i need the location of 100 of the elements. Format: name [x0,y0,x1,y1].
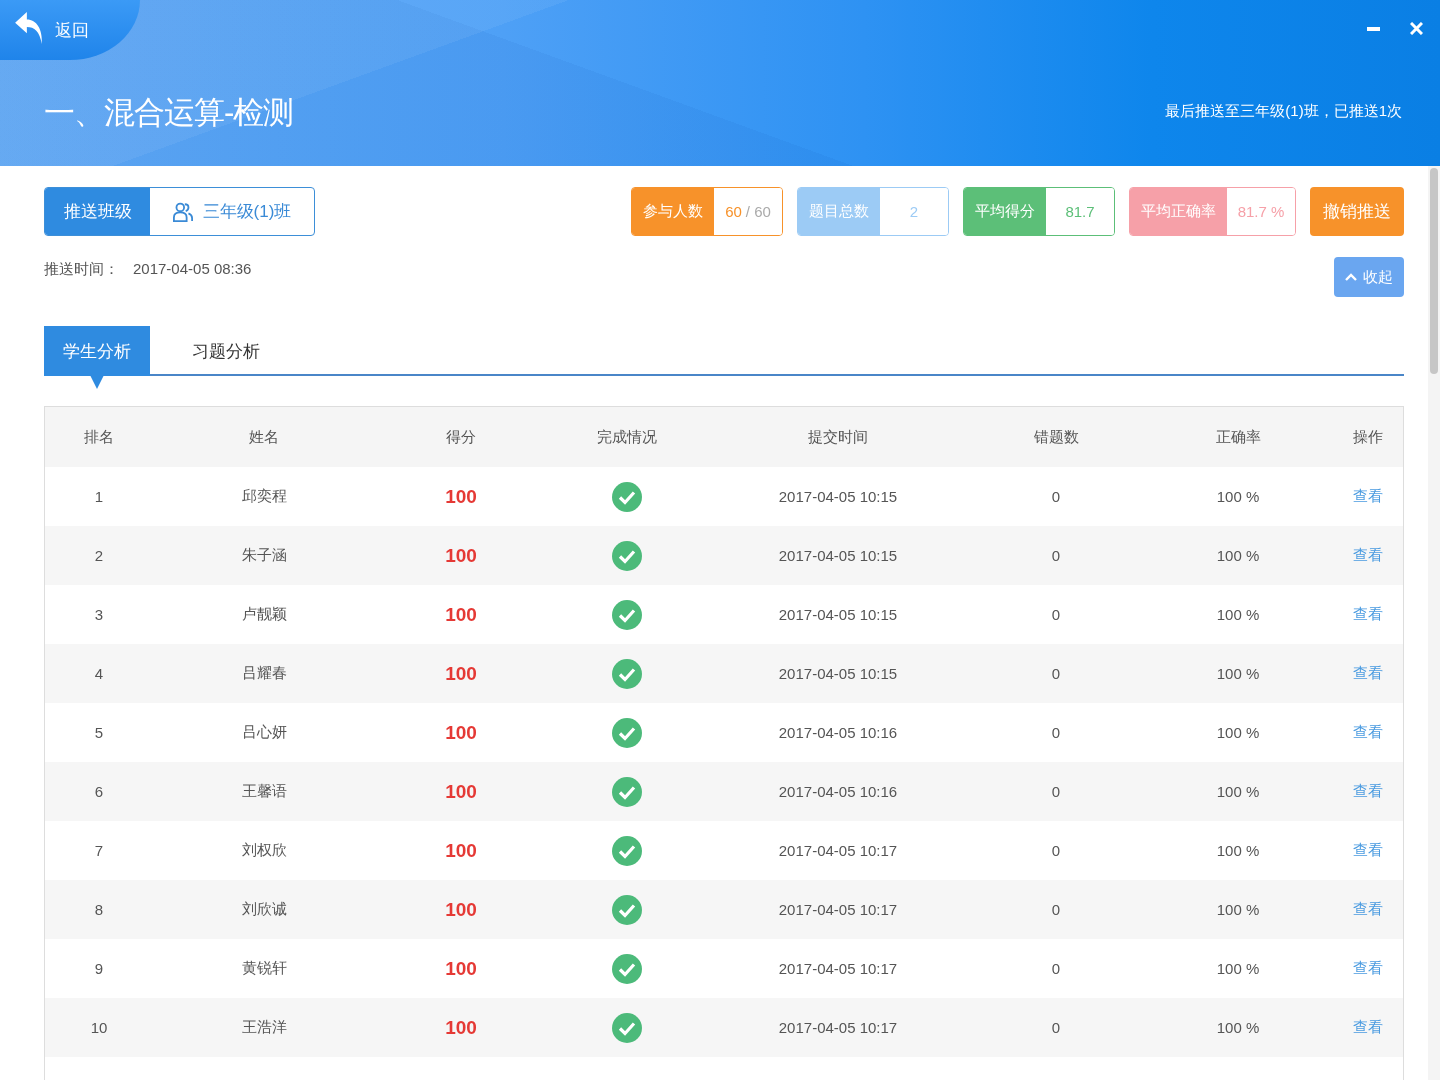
push-class-label: 推送班级 [45,188,150,235]
column-header: 姓名 [248,427,280,447]
push-class-field[interactable]: 推送班级 三年级(1)班 [44,187,315,236]
revoke-push-button[interactable]: 撤销推送 [1310,187,1404,236]
rank-cell-text: 2 [93,547,105,564]
column-header: 得分 [445,427,477,447]
score-cell-text: 100 [444,898,478,921]
accuracy-cell-text: 100 % [1215,665,1261,682]
score-cell-text: 100 [444,780,478,803]
submit-time-cell-text: 2017-04-05 10:16 [777,783,899,800]
score-cell-text: 100 [444,544,478,567]
rank-cell-text: 7 [93,842,105,859]
class-name: 三年级(1)班 [202,201,292,223]
column-header: 操作 [1352,427,1384,447]
rank-cell-text: 3 [93,606,105,623]
rank-cell-text: 1 [93,488,105,505]
rank-cell-text: 6 [93,783,105,800]
name-cell-text: 王馨语 [240,782,288,801]
accuracy-cell-text: 100 % [1215,1019,1261,1036]
score-cell-text: 100 [444,957,478,980]
column-header: 正确率 [1214,427,1262,447]
name-cell-text: 朱子涵 [240,546,288,565]
stat-label: 平均得分 [964,188,1046,235]
stat-label: 参与人数 [632,188,714,235]
chevron-up-icon [1345,273,1357,281]
score-cell-text: 100 [444,485,478,508]
wrong-count-cell-text: 0 [1050,783,1062,800]
submit-time-cell-text: 2017-04-05 10:15 [777,547,899,564]
score-cell-text: 100 [444,603,478,626]
back-arrow-icon [15,12,43,44]
submit-time-cell-text: 2017-04-05 10:17 [777,842,899,859]
wrong-count-cell-text: 0 [1050,665,1062,682]
view-link[interactable]: 查看 [1353,664,1383,683]
rank-cell-text: 4 [93,665,105,682]
view-link[interactable]: 查看 [1353,841,1383,860]
wrong-count-cell-text: 0 [1050,488,1062,505]
submit-time-cell-text: 2017-04-05 10:17 [777,1019,899,1036]
back-button[interactable]: 返回 [0,0,140,60]
name-cell-text: 吕耀春 [240,664,288,683]
accuracy-cell-text: 100 % [1215,488,1261,505]
stat-total: / 60 [745,203,771,220]
score-cell-text: 100 [444,662,478,685]
submit-time-cell-text: 2017-04-05 10:15 [777,665,899,682]
name-cell-text: 刘欣诚 [240,900,288,919]
wrong-count-cell-text: 0 [1050,547,1062,564]
view-link[interactable]: 查看 [1353,900,1383,919]
column-header: 完成情况 [596,427,658,447]
accuracy-cell-text: 100 % [1215,547,1261,564]
name-cell-text: 王浩洋 [240,1018,288,1037]
rank-cell-text: 10 [89,1019,109,1036]
rank-cell-text: 9 [93,960,105,977]
minimize-icon[interactable] [1367,26,1380,31]
rank-cell-text: 5 [93,724,105,741]
rank-cell-text: 8 [93,901,105,918]
stat-value: 60 [725,203,742,220]
stat-value: 81.7 % [1237,203,1285,220]
view-link[interactable]: 查看 [1353,723,1383,742]
accuracy-cell-text: 100 % [1215,901,1261,918]
score-cell-text: 100 [444,721,478,744]
accuracy-cell-text: 100 % [1215,606,1261,623]
name-cell-text: 刘权欣 [240,841,288,860]
wrong-count-cell-text: 0 [1050,606,1062,623]
view-link[interactable]: 查看 [1353,782,1383,801]
wrong-count-cell-text: 0 [1050,901,1062,918]
submit-time-cell-text: 2017-04-05 10:16 [777,724,899,741]
stat-value: 81.7 [1065,203,1095,220]
submit-time-cell-text: 2017-04-05 10:17 [777,901,899,918]
submit-time-cell-text: 2017-04-05 10:15 [777,606,899,623]
score-cell-text: 100 [444,839,478,862]
scrollbar[interactable] [1428,166,1440,1080]
score-cell-text: 100 [444,1016,478,1039]
accuracy-cell-text: 100 % [1215,724,1261,741]
push-time-label: 推送时间： [44,260,119,279]
page-title: 一、混合运算-检测 [44,94,294,132]
stat-value: 2 [909,203,919,220]
column-header: 提交时间 [807,427,869,447]
view-link[interactable]: 查看 [1353,959,1383,978]
close-icon[interactable] [1410,22,1423,35]
stat-label: 题目总数 [798,188,880,235]
submit-time-cell-text: 2017-04-05 10:15 [777,488,899,505]
accuracy-cell-text: 100 % [1215,960,1261,977]
push-time-value: 2017-04-05 08:36 [133,260,252,279]
tab[interactable]: 学生分析 [44,326,150,376]
name-cell-text: 邱奕程 [240,487,288,506]
view-link[interactable]: 查看 [1353,605,1383,624]
tab[interactable]: 习题分析 [173,326,279,376]
view-link[interactable]: 查看 [1353,546,1383,565]
stat-label: 平均正确率 [1130,188,1227,235]
tab-pointer-icon [90,375,104,389]
name-cell-text: 吕心妍 [240,723,288,742]
people-icon [172,201,193,222]
accuracy-cell-text: 100 % [1215,783,1261,800]
view-link[interactable]: 查看 [1353,1018,1383,1037]
name-cell-text: 黄锐轩 [240,959,288,978]
submit-time-cell-text: 2017-04-05 10:17 [777,960,899,977]
name-cell-text: 卢靓颖 [240,605,288,624]
view-link[interactable]: 查看 [1353,487,1383,506]
column-header: 排名 [83,427,115,447]
wrong-count-cell-text: 0 [1050,1019,1062,1036]
collapse-button[interactable]: 收起 [1334,257,1404,297]
